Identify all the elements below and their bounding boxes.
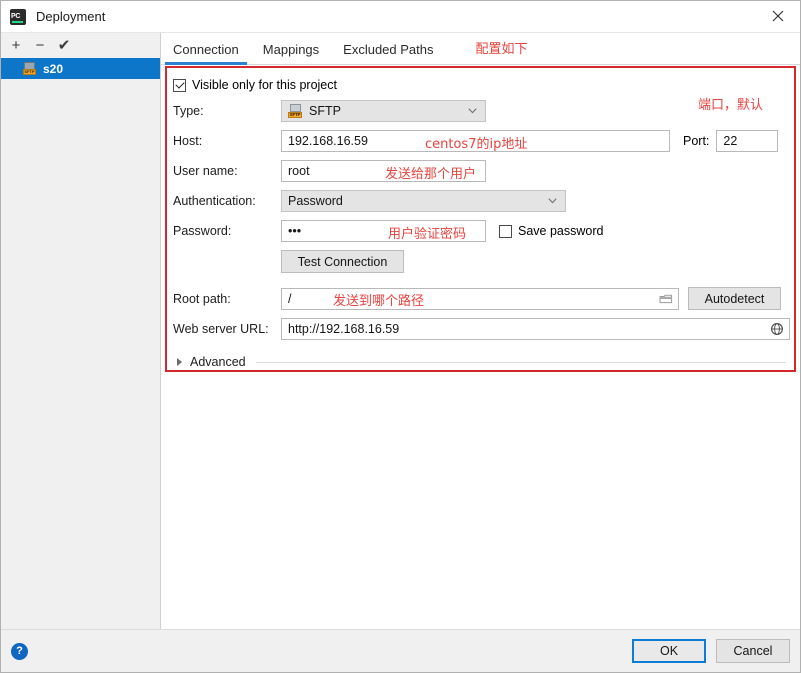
sftp-icon: SFTP [288,104,303,118]
root-path-row: Root path: / Autodetect 发送到哪个路径 [173,287,800,310]
test-connection-button[interactable]: Test Connection [281,250,404,273]
port-input[interactable]: 22 [716,130,779,152]
server-name-label: s20 [43,61,64,76]
globe-icon [771,323,783,335]
authentication-value: Password [288,194,343,208]
host-label: Host: [173,134,203,148]
advanced-divider [255,361,786,363]
remove-server-button[interactable]: − [29,35,51,56]
type-label: Type: [173,104,204,118]
advanced-label[interactable]: Advanced [190,355,246,369]
authentication-row: Authentication: Password [173,190,800,212]
username-label: User name: [173,164,238,178]
tab-connection[interactable]: Connection [161,42,251,65]
server-list: SFTP s20 [1,58,160,629]
authentication-combobox[interactable]: Password [281,190,566,212]
authentication-label: Authentication: [173,194,256,208]
close-icon[interactable] [756,1,800,31]
connection-form: Visible only for this project Type: SFTP… [161,65,800,629]
password-label: Password: [173,224,232,238]
cancel-button[interactable]: Cancel [716,639,790,663]
advanced-section-header[interactable]: Advanced [177,355,800,369]
type-combobox[interactable]: SFTP SFTP [281,100,486,122]
chevron-right-icon[interactable] [177,358,182,366]
ok-button[interactable]: OK [632,639,706,663]
save-password-checkbox[interactable] [499,224,512,238]
server-list-item-s20[interactable]: SFTP s20 [1,58,160,79]
tab-excluded-paths[interactable]: Excluded Paths [331,42,445,64]
web-server-url-value: http://192.168.16.59 [288,322,400,336]
chevron-down-icon [548,198,557,204]
web-server-url-row: Web server URL: http://192.168.16.59 [173,318,800,340]
visible-only-checkbox[interactable] [173,78,186,92]
username-input[interactable]: root [281,160,486,182]
port-label: Port: [683,134,710,148]
window-title: Deployment [36,9,106,24]
chevron-down-icon [468,108,477,114]
username-value: root [288,164,310,178]
deployment-servers-panel: + − ✔ SFTP s20 [1,33,161,629]
password-input[interactable]: ••• [281,220,486,242]
annotation-port-note: 端口，默认 [698,98,764,113]
tab-mappings[interactable]: Mappings [251,42,331,64]
web-server-url-label: Web server URL: [173,322,269,336]
annotation-header-note: 配置如下 [475,42,528,57]
deployment-dialog: Deployment + − ✔ SFTP s20 [0,0,801,673]
type-value: SFTP [309,104,341,118]
type-row: Type: SFTP SFTP 端口，默认 [173,98,800,122]
pycharm-icon [10,8,26,25]
visible-only-row: Visible only for this project [173,78,800,92]
servers-toolbar: + − ✔ [1,33,160,58]
add-server-button[interactable]: + [5,35,27,56]
host-input[interactable]: 192.168.16.59 [281,130,670,152]
password-value: ••• [288,224,302,238]
host-value: 192.168.16.59 [288,134,368,148]
save-password-label[interactable]: Save password [518,224,603,238]
password-row: Password: ••• Save password 用户验证密码 [173,220,800,242]
web-server-url-input[interactable]: http://192.168.16.59 [281,318,790,340]
help-icon[interactable]: ? [11,642,28,660]
folder-icon [659,294,673,303]
root-path-value: / [288,291,292,306]
dialog-body: + − ✔ SFTP s20 Connection Mappings Exclu… [1,33,800,629]
dialog-footer: ? OK Cancel [1,629,800,672]
title-bar: Deployment [1,1,800,33]
connection-panel: Connection Mappings Excluded Paths 配置如下 … [161,33,800,629]
username-row: User name: root 发送给那个用户 [173,160,800,182]
root-path-label: Root path: [173,291,231,306]
host-row: Host: 192.168.16.59 Port: 22 centos7的ip地… [173,130,800,152]
tab-strip: Connection Mappings Excluded Paths 配置如下 [161,33,800,65]
set-default-server-button[interactable]: ✔ [53,35,75,56]
port-value: 22 [723,134,738,148]
root-path-input[interactable]: / [281,287,679,310]
visible-only-label[interactable]: Visible only for this project [192,78,337,92]
sftp-server-icon: SFTP [23,62,37,75]
autodetect-button[interactable]: Autodetect [688,287,781,310]
test-connection-row: Test Connection [173,250,800,273]
